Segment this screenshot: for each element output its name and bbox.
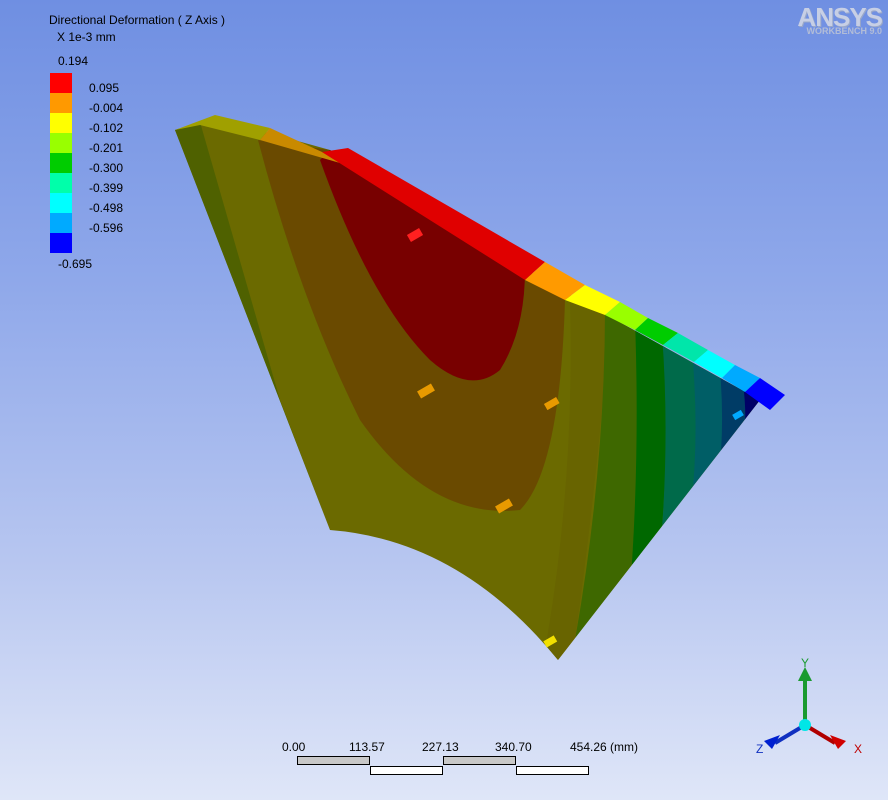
triad-z-label: Z — [756, 742, 763, 756]
scale-segment — [297, 756, 370, 765]
triad-y-label: Y — [801, 656, 809, 670]
scale-tick-label: 340.70 — [495, 740, 532, 754]
scale-tick-label: 0.00 — [282, 740, 306, 754]
scale-labels: 0.00 113.57 227.13 340.70 454.26 (mm) — [282, 740, 662, 754]
contour-band-teal — [660, 334, 697, 555]
scale-tick-label: 113.57 — [349, 740, 385, 754]
scale-tick-label: 227.13 — [422, 740, 459, 754]
scale-segment — [516, 766, 589, 775]
scale-segment — [443, 756, 516, 765]
scale-segment — [370, 766, 443, 775]
axis-triad[interactable]: Y X Z — [750, 655, 870, 765]
scale-tick-label: 454.26 (mm) — [570, 740, 639, 754]
triad-x-label: X — [854, 742, 862, 756]
scale-bar — [297, 756, 589, 776]
